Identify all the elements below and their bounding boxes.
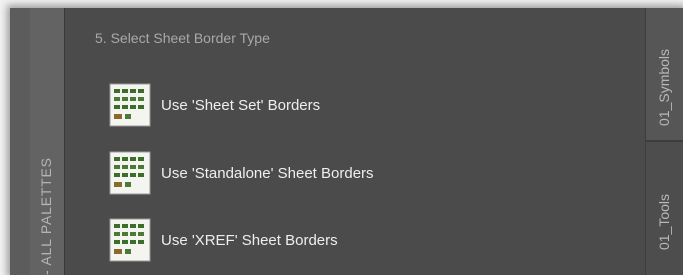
palette-title-bar-edge bbox=[10, 8, 30, 275]
sheet-border-thumbnail-icon bbox=[109, 218, 151, 262]
tool-item-label: Use 'Standalone' Sheet Borders bbox=[161, 164, 374, 182]
sheet-border-thumbnail-icon bbox=[109, 151, 151, 195]
sheet-border-thumbnail-icon bbox=[109, 83, 151, 127]
palette-title-bar[interactable]: - ALL PALETTES bbox=[10, 8, 64, 275]
tool-palette-window: - ALL PALETTES 5. Select Sheet Border Ty… bbox=[10, 8, 683, 275]
tab-label: 01_Tools bbox=[656, 193, 672, 250]
all-palettes-label[interactable]: - ALL PALETTES bbox=[38, 157, 54, 275]
tool-item-label: Use 'Sheet Set' Borders bbox=[161, 96, 321, 114]
section-title: 5. Select Sheet Border Type bbox=[95, 30, 270, 46]
tab-01-tools[interactable]: 01_Tools bbox=[645, 142, 683, 275]
tool-item-label: Use 'XREF' Sheet Borders bbox=[161, 231, 338, 249]
palette-content: 5. Select Sheet Border Type Use 'Sheet S… bbox=[65, 8, 645, 275]
tool-item-standalone-sheet-borders[interactable]: Use 'Standalone' Sheet Borders bbox=[109, 151, 589, 195]
palette-tab-strip: 01_Symbols 01_Tools bbox=[645, 8, 683, 275]
tool-item-xref-sheet-borders[interactable]: Use 'XREF' Sheet Borders bbox=[109, 218, 589, 262]
tab-label: 01_Symbols bbox=[656, 48, 672, 126]
tool-item-sheet-set-borders[interactable]: Use 'Sheet Set' Borders bbox=[109, 83, 589, 127]
all-palettes-dash: - bbox=[38, 265, 54, 275]
tab-01-symbols[interactable]: 01_Symbols bbox=[645, 8, 683, 140]
all-palettes-text: ALL PALETTES bbox=[38, 157, 54, 266]
